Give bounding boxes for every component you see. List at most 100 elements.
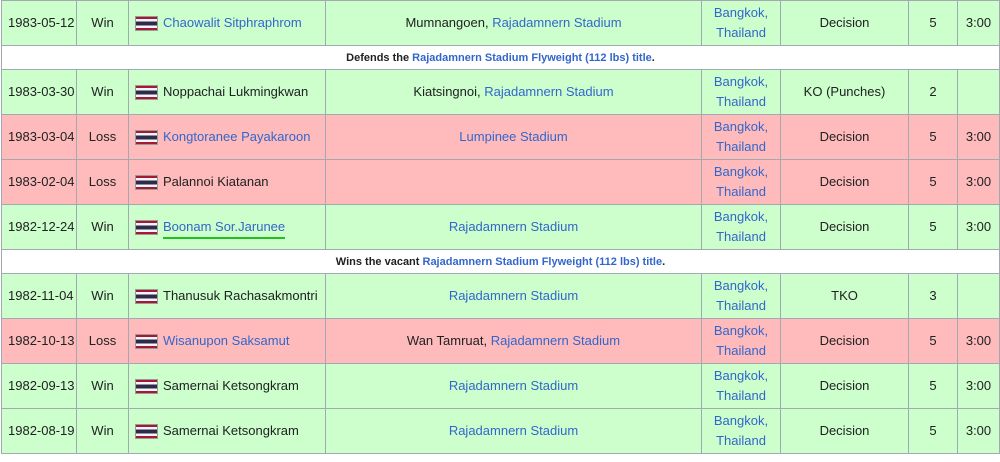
city-link[interactable]: Bangkok, bbox=[714, 368, 768, 383]
country-link[interactable]: Thailand bbox=[716, 229, 766, 244]
country-link[interactable]: Thailand bbox=[716, 94, 766, 109]
result-cell: Win bbox=[76, 273, 129, 319]
city-link[interactable]: Bangkok, bbox=[714, 323, 768, 338]
opponent-name[interactable]: Wisanupon Saksamut bbox=[163, 333, 289, 348]
method-cell: Decision bbox=[780, 0, 909, 46]
result-cell: Loss bbox=[76, 114, 129, 160]
event-cell: Kiatsingnoi, Rajadamnern Stadium bbox=[325, 69, 702, 115]
date-cell: 1983-05-12 bbox=[1, 0, 77, 46]
method-cell: Decision bbox=[780, 363, 909, 409]
country-link[interactable]: Thailand bbox=[716, 388, 766, 403]
table-row: 1982-08-19 Win Samernai Ketsongkram Rajadam… bbox=[1, 408, 1000, 454]
event-promoter: Kiatsingnoi, bbox=[413, 84, 485, 99]
event-cell: Lumpinee Stadium bbox=[325, 114, 702, 160]
round-cell: 5 bbox=[908, 318, 958, 364]
result-cell: Win bbox=[76, 69, 129, 115]
event-venue-link[interactable]: Lumpinee Stadium bbox=[459, 129, 567, 144]
location-cell: Bangkok, Thailand bbox=[701, 159, 781, 205]
time-cell: 3:00 bbox=[957, 114, 1000, 160]
time-cell: 3:00 bbox=[957, 408, 1000, 454]
date-cell: 1983-03-04 bbox=[1, 114, 77, 160]
event-venue-link[interactable]: Rajadamnern Stadium bbox=[449, 378, 578, 393]
event-venue-link[interactable]: Rajadamnern Stadium bbox=[491, 333, 620, 348]
round-cell: 2 bbox=[908, 69, 958, 115]
city-link[interactable]: Bangkok, bbox=[714, 119, 768, 134]
thailand-flag-icon bbox=[135, 379, 158, 395]
opponent-cell: Samernai Ketsongkram bbox=[128, 363, 326, 409]
event-venue-link[interactable]: Rajadamnern Stadium bbox=[449, 288, 578, 303]
country-link[interactable]: Thailand bbox=[716, 184, 766, 199]
event-cell: Rajadamnern Stadium bbox=[325, 204, 702, 250]
event-venue-link[interactable]: Rajadamnern Stadium bbox=[484, 84, 613, 99]
opponent-name[interactable]: Chaowalit Sitphraphrom bbox=[163, 15, 302, 30]
thailand-flag-icon bbox=[135, 85, 158, 101]
time-cell: 3:00 bbox=[957, 318, 1000, 364]
location-cell: Bangkok, Thailand bbox=[701, 273, 781, 319]
opponent-name: Samernai Ketsongkram bbox=[163, 423, 299, 438]
thailand-flag-icon bbox=[135, 424, 158, 440]
location-cell: Bangkok, Thailand bbox=[701, 114, 781, 160]
date-cell: 1982-10-13 bbox=[1, 318, 77, 364]
country-link[interactable]: Thailand bbox=[716, 25, 766, 40]
country-link[interactable]: Thailand bbox=[716, 298, 766, 313]
fight-record-rows: 1983-05-12 Win Chaowalit Sitphraphrom Mumna… bbox=[1, 0, 1000, 454]
event-venue-link[interactable]: Rajadamnern Stadium bbox=[492, 15, 621, 30]
note-prefix: Wins the vacant bbox=[335, 255, 423, 268]
thailand-flag-icon bbox=[135, 175, 158, 191]
date-cell: 1983-02-04 bbox=[1, 159, 77, 205]
event-cell: Rajadamnern Stadium bbox=[325, 273, 702, 319]
table-row: 1983-03-04 Loss Kongtoranee Payakaroon Lump… bbox=[1, 114, 1000, 160]
result-cell: Win bbox=[76, 204, 129, 250]
city-link[interactable]: Bangkok, bbox=[714, 5, 768, 20]
result-cell: Win bbox=[76, 0, 129, 46]
table-row: 1982-09-13 Win Samernai Ketsongkram Rajadam… bbox=[1, 363, 1000, 409]
round-cell: 5 bbox=[908, 408, 958, 454]
location-cell: Bangkok, Thailand bbox=[701, 0, 781, 46]
method-cell: Decision bbox=[780, 408, 909, 454]
city-link[interactable]: Bangkok, bbox=[714, 278, 768, 293]
time-cell: 3:00 bbox=[957, 204, 1000, 250]
event-venue-link[interactable]: Rajadamnern Stadium bbox=[449, 219, 578, 234]
location-cell: Bangkok, Thailand bbox=[701, 318, 781, 364]
opponent-cell: Samernai Ketsongkram bbox=[128, 408, 326, 454]
table-row: 1983-03-30 Win Noppachai Lukmingkwan Kiatsi… bbox=[1, 69, 1000, 115]
location-cell: Bangkok, Thailand bbox=[701, 69, 781, 115]
method-cell: Decision bbox=[780, 114, 909, 160]
event-cell: Rajadamnern Stadium bbox=[325, 408, 702, 454]
title-note-row: Defends the Rajadamnern Stadium Flyweigh… bbox=[1, 45, 1000, 70]
thailand-flag-icon bbox=[135, 289, 158, 305]
method-cell: Decision bbox=[780, 318, 909, 364]
city-link[interactable]: Bangkok, bbox=[714, 413, 768, 428]
country-link[interactable]: Thailand bbox=[716, 433, 766, 448]
opponent-cell: Chaowalit Sitphraphrom bbox=[128, 0, 326, 46]
event-venue-link[interactable]: Rajadamnern Stadium bbox=[449, 423, 578, 438]
country-link[interactable]: Thailand bbox=[716, 343, 766, 358]
thailand-flag-icon bbox=[135, 220, 158, 236]
time-cell: 3:00 bbox=[957, 159, 1000, 205]
opponent-cell: Kongtoranee Payakaroon bbox=[128, 114, 326, 160]
location-cell: Bangkok, Thailand bbox=[701, 408, 781, 454]
result-cell: Win bbox=[76, 363, 129, 409]
event-cell bbox=[325, 159, 702, 205]
city-link[interactable]: Bangkok, bbox=[714, 164, 768, 179]
round-cell: 5 bbox=[908, 204, 958, 250]
opponent-cell: Thanusuk Rachasakmontri bbox=[128, 273, 326, 319]
table-row: 1982-11-04 Win Thanusuk Rachasakmontri Raja… bbox=[1, 273, 1000, 319]
title-link[interactable]: Rajadamnern Stadium Flyweight (112 lbs) … bbox=[423, 256, 663, 268]
method-cell: TKO bbox=[780, 273, 909, 319]
time-cell: 3:00 bbox=[957, 0, 1000, 46]
fight-record-table: 1983-05-12 Win Chaowalit Sitphraphrom Mumna… bbox=[1, 0, 1000, 454]
city-link[interactable]: Bangkok, bbox=[714, 74, 768, 89]
opponent-name[interactable]: Kongtoranee Payakaroon bbox=[163, 129, 310, 144]
round-cell: 5 bbox=[908, 114, 958, 160]
opponent-name: Thanusuk Rachasakmontri bbox=[163, 288, 318, 303]
country-link[interactable]: Thailand bbox=[716, 139, 766, 154]
thailand-flag-icon bbox=[135, 16, 158, 32]
city-link[interactable]: Bangkok, bbox=[714, 209, 768, 224]
title-link[interactable]: Rajadamnern Stadium Flyweight (112 lbs) … bbox=[412, 52, 652, 64]
opponent-name: Samernai Ketsongkram bbox=[163, 378, 299, 393]
method-cell: KO (Punches) bbox=[780, 69, 909, 115]
time-cell: 3:00 bbox=[957, 363, 1000, 409]
date-cell: 1982-08-19 bbox=[1, 408, 77, 454]
opponent-name[interactable]: Boonam Sor.Jarunee bbox=[163, 219, 286, 239]
